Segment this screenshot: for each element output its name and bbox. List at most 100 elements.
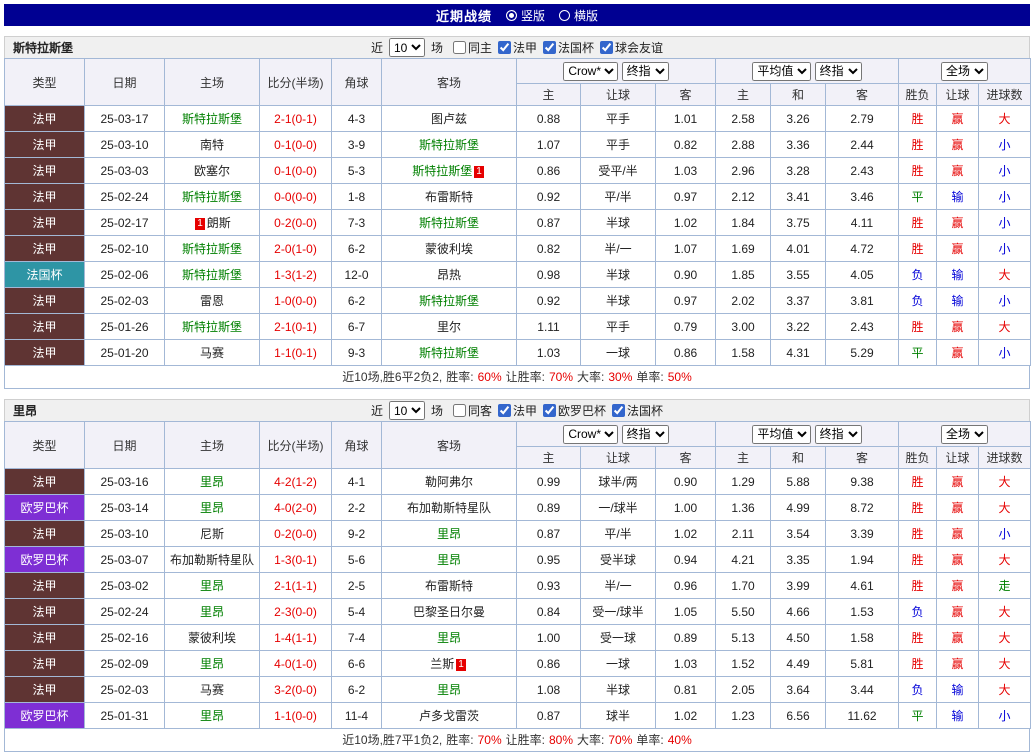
- section-header-bar: 里昂 近 10 场 同客 法甲 欧罗巴杯 法国杯: [4, 399, 1030, 421]
- handicap-odds-group: Crow* 终指: [516, 58, 716, 84]
- avg-draw-cell: 4.31: [770, 339, 826, 366]
- odds-time-select[interactable]: 终指: [621, 61, 669, 81]
- filter-checkbox-input[interactable]: [543, 403, 557, 417]
- result-wdl-cell: 平: [898, 183, 938, 210]
- team-name-title: 斯特拉斯堡: [13, 41, 74, 55]
- odds-home-cell: 0.92: [516, 183, 581, 210]
- corners-cell: 4-3: [331, 105, 382, 132]
- filter-checkbox-input[interactable]: [452, 40, 466, 54]
- filter-checkbox-input[interactable]: [498, 403, 511, 417]
- filter-checkbox[interactable]: 球会友谊: [600, 39, 663, 56]
- fulltime-select[interactable]: 全场: [941, 424, 989, 444]
- col-avg-away: 客: [824, 446, 900, 469]
- recent-count-select[interactable]: 10: [388, 38, 425, 57]
- avg-home-cell: 2.58: [715, 105, 771, 132]
- avg-home-cell: 1.52: [715, 650, 771, 677]
- odds-home-cell: 0.87: [516, 209, 581, 236]
- odds-home-cell: 1.07: [516, 131, 581, 158]
- summary-stat-value: 70%: [477, 733, 502, 747]
- away-team-cell: 斯特拉斯堡: [381, 287, 517, 314]
- avg-draw-cell: 4.99: [770, 494, 826, 521]
- odds-time-select[interactable]: 终指: [621, 424, 669, 444]
- summary-stat-value: 70%: [608, 733, 633, 747]
- league-cell: 法甲: [4, 313, 85, 340]
- summary-stat-label: 让胜率:: [505, 733, 545, 747]
- filter-checkbox-group: 同主 法甲 法国杯 球会友谊: [447, 39, 663, 57]
- league-cell: 法甲: [4, 157, 85, 184]
- recent-count-select[interactable]: 10: [388, 401, 425, 420]
- odds-provider-select[interactable]: Crow*: [563, 424, 619, 444]
- result-goals-cell: 大: [978, 105, 1032, 132]
- score-cell: 2-3(0-0): [259, 598, 332, 625]
- average-odds-select[interactable]: 平均值: [752, 424, 812, 444]
- filter-checkbox[interactable]: 法国杯: [612, 402, 663, 419]
- result-goals-cell: 小: [978, 235, 1032, 262]
- vertical-layout-radio[interactable]: [505, 9, 517, 21]
- filter-checkbox-input[interactable]: [612, 403, 626, 417]
- team-name: 图卢兹: [430, 112, 467, 126]
- corners-cell: 7-4: [331, 624, 382, 651]
- league-cell: 法甲: [4, 339, 85, 366]
- result-wdl-cell: 胜: [898, 313, 938, 340]
- col-score: 比分(半场): [259, 58, 332, 106]
- odds-away-cell: 0.90: [655, 468, 716, 495]
- avg-away-cell: 1.94: [824, 546, 900, 573]
- result-goals-cell: 大: [978, 598, 1032, 625]
- odds-home-cell: 0.95: [516, 546, 581, 573]
- corners-cell: 1-8: [331, 183, 382, 210]
- odds-provider-select[interactable]: Crow*: [563, 61, 619, 81]
- col-score: 比分(半场): [259, 421, 332, 469]
- odds-handicap-cell: 半球: [580, 209, 656, 236]
- match-row: 欧罗巴杯 25-01-31 里昂 1-1(0-0) 11-4 卢多戈雷茨 0.87 球半 1.0…: [4, 702, 1032, 729]
- match-table: 类型 日期 主场 比分(半场) 角球 客场 Crow* 终指 平均值 终指 全场…: [4, 421, 1032, 729]
- filter-checkbox-label: 法国杯: [558, 40, 595, 55]
- filter-checkbox[interactable]: 同客: [452, 402, 492, 419]
- filter-checkbox-input[interactable]: [452, 403, 466, 417]
- corners-cell: 7-3: [331, 209, 382, 236]
- filter-checkbox[interactable]: 欧罗巴杯: [543, 402, 606, 419]
- odds-handicap-cell: 平手: [580, 131, 656, 158]
- filter-checkbox[interactable]: 法甲: [498, 39, 537, 56]
- team-name: 雷恩: [199, 294, 224, 308]
- layout-option-vertical[interactable]: 竖版: [505, 7, 545, 24]
- filter-checkbox-input[interactable]: [600, 40, 614, 54]
- col-corner: 角球: [331, 58, 382, 106]
- away-team-cell: 斯特拉斯堡 1: [381, 157, 517, 184]
- col-result-goals: 进球数: [978, 446, 1032, 469]
- home-team-cell: 里昂: [164, 468, 260, 495]
- result-goals-cell: 小: [978, 131, 1032, 158]
- average-odds-select[interactable]: 平均值: [752, 61, 812, 81]
- horizontal-layout-radio[interactable]: [559, 9, 570, 21]
- average-time-select[interactable]: 终指: [814, 424, 862, 444]
- score-cell: 4-0(1-0): [259, 650, 332, 677]
- team-name: 斯特拉斯堡: [418, 294, 479, 308]
- date-cell: 25-03-16: [84, 468, 165, 495]
- col-avg-away: 客: [824, 83, 900, 106]
- odds-handicap-cell: 受一/球半: [580, 598, 656, 625]
- average-time-select[interactable]: 终指: [814, 61, 862, 81]
- avg-away-cell: 3.81: [824, 287, 900, 314]
- corners-cell: 6-6: [331, 650, 382, 677]
- result-handicap-cell: 赢: [936, 209, 980, 236]
- avg-draw-cell: 3.22: [770, 313, 826, 340]
- summary-stat-label: 单率:: [636, 733, 664, 747]
- team-name: 斯特拉斯堡: [418, 346, 479, 360]
- odds-away-cell: 0.97: [655, 287, 716, 314]
- odds-handicap-cell: 平/半: [580, 183, 656, 210]
- avg-draw-cell: 4.01: [770, 235, 826, 262]
- filter-checkbox[interactable]: 法国杯: [543, 39, 594, 56]
- filter-checkbox-input[interactable]: [498, 40, 511, 54]
- odds-away-cell: 0.79: [655, 313, 716, 340]
- filter-checkbox-input[interactable]: [543, 40, 557, 54]
- avg-draw-cell: 4.50: [770, 624, 826, 651]
- match-row: 法甲 25-03-02 里昂 2-1(1-1) 2-5 布雷斯特 0.93 半/一 0.96 1.…: [4, 572, 1032, 599]
- filter-checkbox[interactable]: 法甲: [498, 402, 537, 419]
- team-name: 斯特拉斯堡: [181, 268, 242, 282]
- date-cell: 25-01-20: [84, 339, 165, 366]
- team-name: 斯特拉斯堡: [181, 320, 242, 334]
- filter-checkbox[interactable]: 同主: [452, 39, 492, 56]
- avg-home-cell: 1.85: [715, 261, 771, 288]
- away-team-cell: 图卢兹: [381, 105, 517, 132]
- fulltime-select[interactable]: 全场: [941, 61, 989, 81]
- layout-option-horizontal[interactable]: 横版: [559, 7, 598, 24]
